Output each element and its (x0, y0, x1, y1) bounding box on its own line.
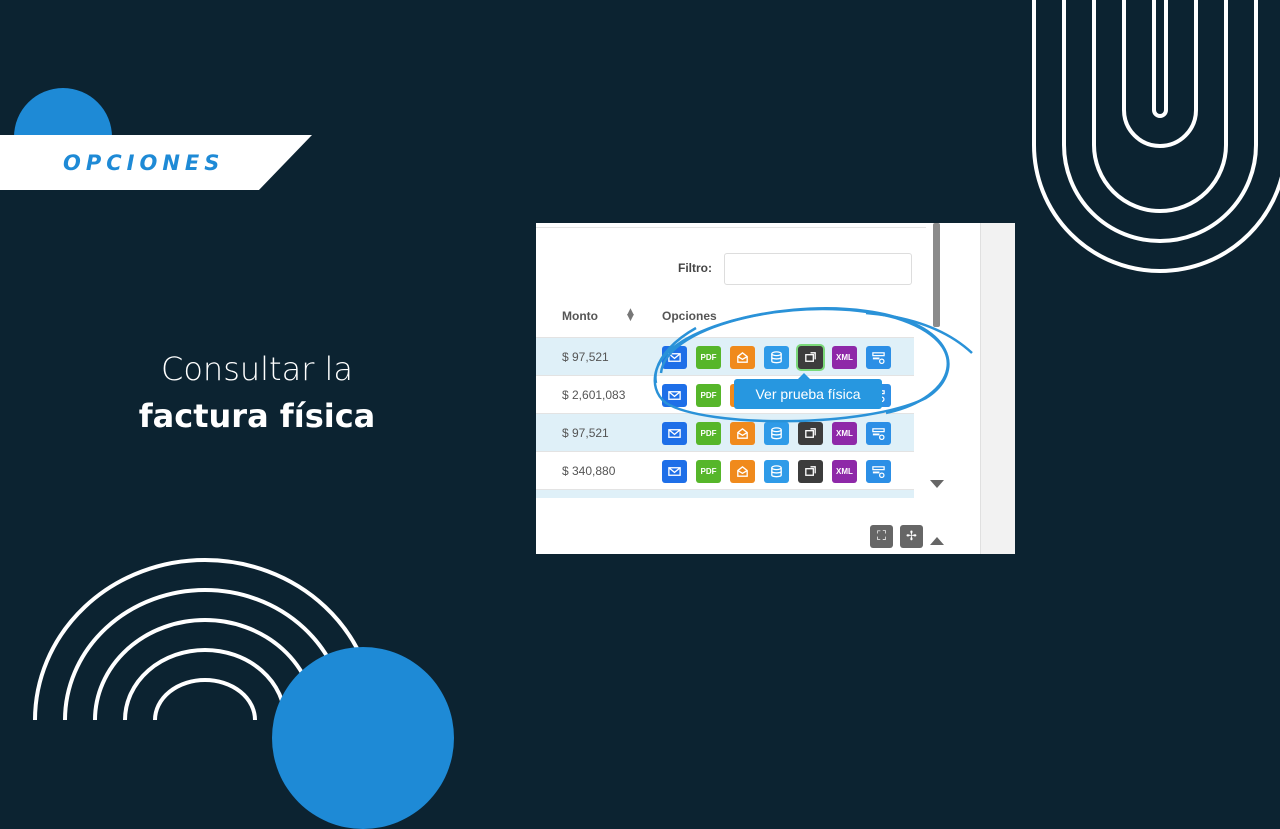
table-row: $ 340,880 PDF XML (536, 451, 914, 490)
divider (536, 227, 926, 228)
config-icon[interactable] (866, 422, 891, 445)
email-icon[interactable] (662, 460, 687, 483)
pdf-icon[interactable]: PDF (696, 384, 721, 407)
monto-cell: $ 2,601,083 (562, 388, 626, 402)
sort-icon[interactable]: ▲ ▼ (627, 308, 634, 323)
config-icon[interactable] (866, 346, 891, 369)
pdf-icon[interactable]: PDF (696, 460, 721, 483)
database-icon[interactable] (764, 346, 789, 369)
page-heading: Consultar la factura física (0, 345, 514, 439)
decorative-arcs-top-right (1032, 0, 1280, 273)
email-icon[interactable] (662, 346, 687, 369)
email-icon[interactable] (662, 422, 687, 445)
envelope-open-icon[interactable] (730, 460, 755, 483)
envelope-open-icon[interactable] (730, 346, 755, 369)
xml-icon[interactable]: XML (832, 422, 857, 445)
section-label: OPCIONES (63, 150, 225, 175)
column-header-opciones: Opciones (662, 309, 717, 323)
email-icon[interactable] (662, 384, 687, 407)
app-screenshot: Filtro: Monto ▲ ▼ Opciones $ 97,521 PDF XML… (536, 223, 1015, 554)
database-icon[interactable] (764, 422, 789, 445)
column-header-monto[interactable]: Monto (562, 309, 598, 323)
xml-icon[interactable]: XML (832, 460, 857, 483)
options-cell: PDF XML (662, 346, 891, 369)
options-cell: PDF XML (662, 422, 891, 445)
database-icon[interactable] (764, 460, 789, 483)
xml-icon[interactable]: XML (832, 346, 857, 369)
heading-line-2: factura física (138, 397, 376, 435)
pdf-icon[interactable]: PDF (696, 346, 721, 369)
options-cell: PDF XML (662, 460, 891, 483)
side-panel (980, 223, 1015, 554)
pdf-icon[interactable]: PDF (696, 422, 721, 445)
tooltip-ver-prueba-fisica: Ver prueba física (734, 373, 882, 409)
table-row: $ 97,521 PDF XML (536, 413, 914, 452)
filter-input[interactable] (724, 253, 912, 285)
envelope-open-icon[interactable] (730, 422, 755, 445)
filter-label: Filtro: (678, 261, 712, 275)
monto-cell: $ 340,880 (562, 464, 616, 478)
heading-line-1: Consultar la (160, 350, 354, 388)
monto-cell: $ 97,521 (562, 350, 609, 364)
physical-invoice-icon[interactable] (798, 346, 823, 369)
blue-circle-bottom (272, 647, 454, 829)
scroll-up-arrow[interactable] (930, 537, 944, 545)
section-banner: OPCIONES (0, 135, 312, 190)
physical-invoice-icon[interactable] (798, 422, 823, 445)
physical-invoice-icon[interactable] (798, 460, 823, 483)
scroll-down-arrow[interactable] (930, 480, 944, 488)
scrollbar-thumb[interactable] (933, 223, 940, 327)
expand-icon[interactable]: ⛶ (870, 525, 893, 548)
collapse-icon[interactable]: ✢ (900, 525, 923, 548)
table-row: $ 97,521 PDF XML (536, 337, 914, 376)
config-icon[interactable] (866, 460, 891, 483)
monto-cell: $ 97,521 (562, 426, 609, 440)
